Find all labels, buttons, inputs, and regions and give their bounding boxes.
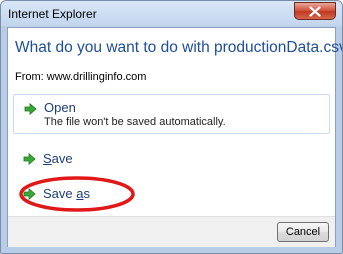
save-label: Save — [43, 151, 73, 166]
source-domain: From: www.drillinginfo.com — [15, 71, 147, 83]
open-label: Open — [44, 100, 76, 115]
save-as-label: Save as — [43, 186, 90, 201]
open-option[interactable]: Open The file won't be saved automatical… — [13, 94, 330, 134]
green-arrow-icon — [23, 153, 36, 165]
dialog-content: What do you want to do with productionDa… — [7, 27, 342, 247]
green-arrow-icon — [24, 103, 37, 115]
cancel-button[interactable]: Cancel — [277, 222, 329, 242]
title-bar[interactable]: Internet Explorer — [1, 1, 342, 27]
button-bar: Cancel — [8, 216, 335, 247]
close-button[interactable] — [294, 2, 336, 20]
green-arrow-icon — [23, 188, 36, 200]
save-option[interactable]: Save — [13, 148, 330, 170]
dialog-question: What do you want to do with productionDa… — [15, 39, 343, 56]
dialog-window: Internet Explorer What do you want to do… — [0, 0, 343, 254]
save-as-option[interactable]: Save as — [13, 183, 330, 205]
open-sublabel: The file won't be saved automatically. — [44, 116, 226, 128]
close-icon — [309, 6, 321, 17]
window-title: Internet Explorer — [8, 7, 97, 21]
